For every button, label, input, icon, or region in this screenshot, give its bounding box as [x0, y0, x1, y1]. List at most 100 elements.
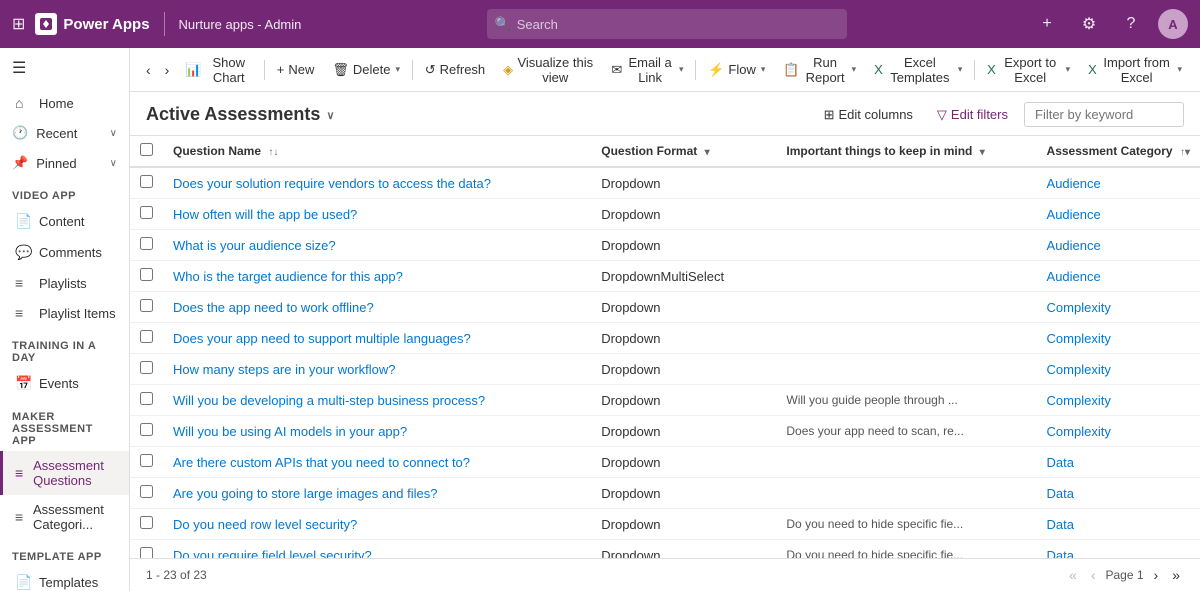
row-checkbox-2[interactable]	[140, 237, 153, 250]
import-excel-button[interactable]: X Import from Excel ▾	[1080, 54, 1190, 86]
question-link-1[interactable]: How often will the app be used?	[173, 207, 357, 222]
question-format-header[interactable]: Question Format ▾	[591, 136, 776, 167]
table-row: Does the app need to work offline? Dropd…	[130, 292, 1200, 323]
sidebar-item-templates[interactable]: 📄 Templates	[0, 567, 129, 591]
category-cell-9[interactable]: Data	[1037, 447, 1200, 478]
question-format-label: Question Format	[601, 144, 697, 158]
sidebar-item-home[interactable]: ⌂ Home	[0, 88, 129, 118]
settings-icon[interactable]: ⚙	[1074, 9, 1104, 39]
nav-back-button[interactable]: ‹	[140, 54, 157, 86]
sidebar-toggle[interactable]: ☰	[0, 48, 129, 88]
select-all-checkbox[interactable]	[140, 143, 153, 156]
question-link-10[interactable]: Are you going to store large images and …	[173, 486, 438, 501]
category-cell-2[interactable]: Audience	[1037, 230, 1200, 261]
important-things-header[interactable]: Important things to keep in mind ▾	[776, 136, 1036, 167]
edit-columns-button[interactable]: ⊞ Edit columns	[816, 103, 921, 127]
assessment-category-label: Assessment Category	[1047, 144, 1173, 158]
category-cell-8[interactable]: Complexity	[1037, 416, 1200, 447]
sidebar-item-playlist-items[interactable]: ≡ Playlist Items	[0, 298, 129, 328]
row-checkbox-3[interactable]	[140, 268, 153, 281]
question-link-5[interactable]: Does your app need to support multiple l…	[173, 331, 471, 346]
category-cell-5[interactable]: Complexity	[1037, 323, 1200, 354]
sidebar-item-playlists[interactable]: ≡ Playlists	[0, 268, 129, 298]
row-checkbox-11[interactable]	[140, 516, 153, 529]
question-link-3[interactable]: Who is the target audience for this app?	[173, 269, 403, 284]
delete-button[interactable]: 🗑 Delete ▾	[324, 54, 408, 86]
question-link-0[interactable]: Does your solution require vendors to ac…	[173, 176, 491, 191]
show-chart-button[interactable]: 📊 Show Chart	[177, 54, 260, 86]
view-title-chevron[interactable]: ∨	[326, 109, 334, 122]
refresh-button[interactable]: ↺ Refresh	[417, 54, 493, 86]
search-area: 🔍	[311, 9, 1022, 39]
row-checkbox-4[interactable]	[140, 299, 153, 312]
row-checkbox-9[interactable]	[140, 454, 153, 467]
question-link-6[interactable]: How many steps are in your workflow?	[173, 362, 396, 377]
question-link-11[interactable]: Do you need row level security?	[173, 517, 357, 532]
sidebar-item-recent[interactable]: 🕐 Recent ∨	[0, 118, 129, 148]
excel-templates-button[interactable]: X Excel Templates ▾	[866, 54, 970, 86]
important-cell-4	[776, 292, 1036, 323]
sidebar-item-comments[interactable]: 💬 Comments	[0, 237, 129, 268]
question-link-12[interactable]: Do you require field level security?	[173, 548, 372, 559]
table-row: How often will the app be used? Dropdown…	[130, 199, 1200, 230]
filter-keyword-input[interactable]	[1024, 102, 1184, 127]
sidebar-item-pinned[interactable]: 📌 Pinned ∨	[0, 148, 129, 178]
row-checkbox-6[interactable]	[140, 361, 153, 374]
flow-button[interactable]: ⚡ Flow ▾	[700, 54, 773, 86]
help-icon[interactable]: ?	[1116, 9, 1146, 39]
question-link-8[interactable]: Will you be using AI models in your app?	[173, 424, 407, 439]
row-checkbox-5[interactable]	[140, 330, 153, 343]
important-things-sort[interactable]: ▾	[980, 147, 985, 158]
run-report-button[interactable]: 📋 Run Report ▾	[775, 54, 864, 86]
page-last-button[interactable]: »	[1168, 565, 1184, 585]
row-checkbox-7[interactable]	[140, 392, 153, 405]
visualize-button[interactable]: ◈ Visualize this view	[495, 54, 601, 86]
question-link-9[interactable]: Are there custom APIs that you need to c…	[173, 455, 470, 470]
category-cell-10[interactable]: Data	[1037, 478, 1200, 509]
question-format-sort[interactable]: ▾	[705, 147, 710, 158]
category-cell-4[interactable]: Complexity	[1037, 292, 1200, 323]
sidebar-item-assessment-categories[interactable]: ≡ Assessment Categori...	[0, 495, 129, 539]
new-button[interactable]: + New	[269, 54, 323, 86]
table-row: Does your solution require vendors to ac…	[130, 167, 1200, 199]
email-link-button[interactable]: ✉ Email a Link ▾	[603, 54, 691, 86]
apps-grid-icon[interactable]: ⊞	[12, 14, 25, 34]
assessment-category-sort[interactable]: ↑▾	[1180, 147, 1190, 158]
page-next-button[interactable]: ›	[1150, 565, 1163, 585]
export-excel-icon: X	[987, 62, 996, 77]
row-checkbox-10[interactable]	[140, 485, 153, 498]
category-cell-6[interactable]: Complexity	[1037, 354, 1200, 385]
category-cell-7[interactable]: Complexity	[1037, 385, 1200, 416]
question-link-2[interactable]: What is your audience size?	[173, 238, 336, 253]
question-link-7[interactable]: Will you be developing a multi-step busi…	[173, 393, 485, 408]
question-name-header[interactable]: Question Name ↑↓	[163, 136, 591, 167]
row-checkbox-12[interactable]	[140, 547, 153, 558]
category-cell-3[interactable]: Audience	[1037, 261, 1200, 292]
row-checkbox-8[interactable]	[140, 423, 153, 436]
edit-filters-button[interactable]: ▽ Edit filters	[929, 103, 1016, 127]
avatar[interactable]: A	[1158, 9, 1188, 39]
search-input[interactable]	[487, 9, 847, 39]
question-name-sort[interactable]: ↑↓	[268, 147, 278, 158]
category-cell-0[interactable]: Audience	[1037, 167, 1200, 199]
page-prev-button[interactable]: ‹	[1087, 565, 1100, 585]
row-checkbox-1[interactable]	[140, 206, 153, 219]
category-cell-12[interactable]: Data	[1037, 540, 1200, 559]
question-link-4[interactable]: Does the app need to work offline?	[173, 300, 374, 315]
row-checkbox-0[interactable]	[140, 175, 153, 188]
category-cell-11[interactable]: Data	[1037, 509, 1200, 540]
delete-label: Delete	[353, 62, 391, 77]
nav-forward-button[interactable]: ›	[159, 54, 176, 86]
format-cell-0: Dropdown	[591, 167, 776, 199]
sidebar-item-events[interactable]: 📅 Events	[0, 368, 129, 399]
show-chart-label: Show Chart	[206, 55, 252, 85]
category-cell-1[interactable]: Audience	[1037, 199, 1200, 230]
add-button[interactable]: +	[1032, 9, 1062, 39]
sidebar-item-assessment-questions[interactable]: ≡ Assessment Questions	[0, 451, 129, 495]
page-first-button[interactable]: «	[1065, 565, 1081, 585]
export-excel-button[interactable]: X Export to Excel ▾	[979, 54, 1078, 86]
sidebar-item-content[interactable]: 📄 Content	[0, 206, 129, 237]
format-cell-9: Dropdown	[591, 447, 776, 478]
email-icon: ✉	[611, 62, 622, 78]
assessment-category-header[interactable]: Assessment Category ↑▾	[1037, 136, 1200, 167]
